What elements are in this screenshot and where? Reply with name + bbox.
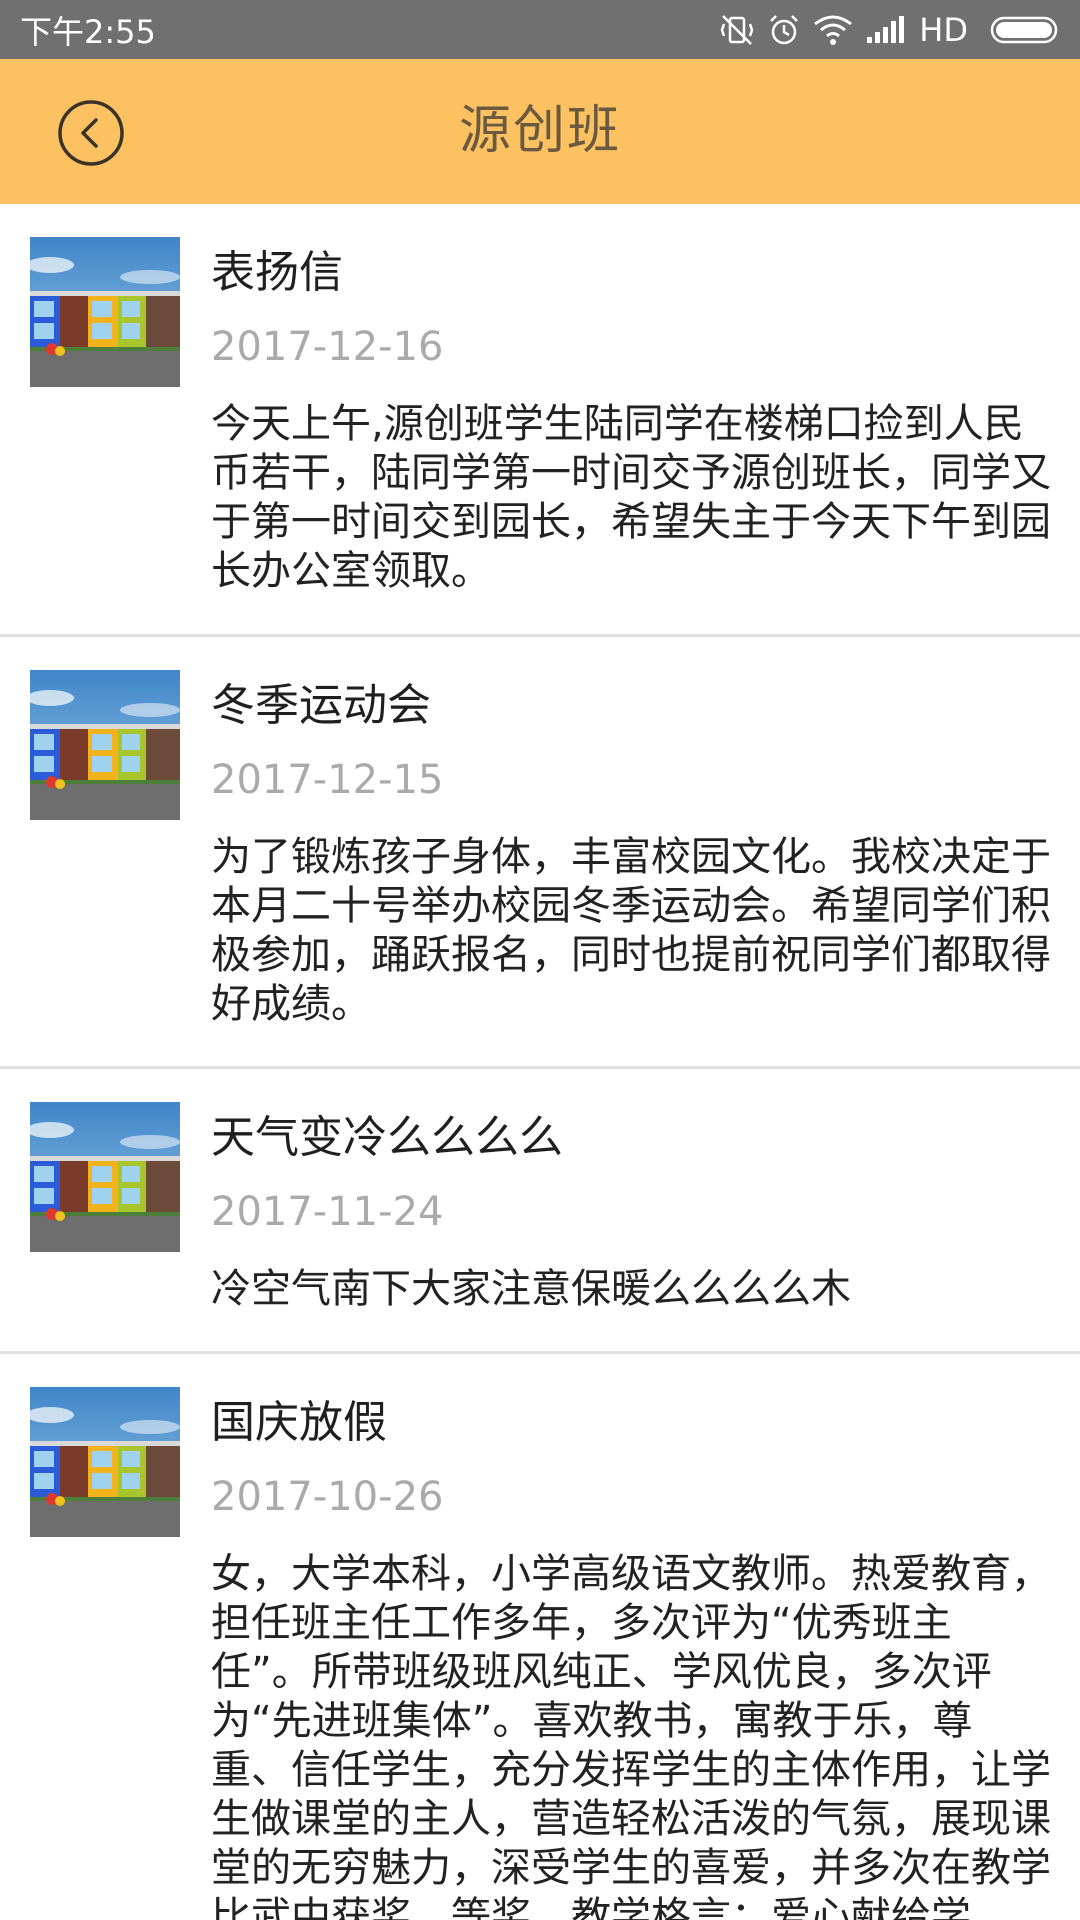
thumbnail-image <box>30 1387 180 1537</box>
list-item[interactable]: 表扬信 2017-12-16 今天上午,源创班学生陆同学在楼梯口捡到人民币若干，… <box>0 204 1080 637</box>
thumbnail-image <box>30 1102 180 1252</box>
item-date: 2017-12-16 <box>211 324 444 370</box>
item-title: 冬季运动会 <box>211 680 431 731</box>
list-item[interactable]: 冬季运动会 2017-12-15 为了锻炼孩子身体，丰富校园文化。我校决定于本月… <box>0 637 1080 1069</box>
page-title: 源创班 <box>458 101 621 161</box>
back-button[interactable] <box>57 99 125 167</box>
item-description: 冷空气南下大家注意保暖么么么么木 <box>211 1266 851 1312</box>
item-title: 天气变冷么么么么 <box>211 1112 563 1163</box>
item-date: 2017-12-15 <box>211 757 444 803</box>
battery-icon <box>990 16 1058 43</box>
item-date: 2017-11-24 <box>211 1189 444 1235</box>
item-description: 今天上午,源创班学生陆同学在楼梯口捡到人民币若干，陆同学第一时间交予源创班长，同… <box>211 401 1051 594</box>
signal-icon <box>867 15 905 43</box>
item-description: 女，大学本科，小学高级语文教师。热爱教育，担任班主任工作多年，多次评为“优秀班主… <box>211 1551 1051 1920</box>
list-item[interactable]: 天气变冷么么么么 2017-11-24 冷空气南下大家注意保暖么么么么木 <box>0 1069 1080 1354</box>
item-title: 表扬信 <box>211 247 343 298</box>
item-description: 为了锻炼孩子身体，丰富校园文化。我校决定于本月二十号举办校园冬季运动会。希望同学… <box>211 834 1051 1027</box>
item-date: 2017-10-26 <box>211 1474 444 1520</box>
thumbnail-image <box>30 670 180 820</box>
app-bar: 源创班 <box>0 59 1080 204</box>
status-bar: 下午2:55 HD <box>0 0 1080 59</box>
alarm-icon <box>770 14 799 44</box>
status-icons: HD <box>719 11 1062 49</box>
notice-list[interactable]: 表扬信 2017-12-16 今天上午,源创班学生陆同学在楼梯口捡到人民币若干，… <box>0 204 1080 1920</box>
vibrate-icon <box>720 14 754 45</box>
network-type: HD <box>919 10 968 49</box>
status-time: 下午2:55 <box>20 12 156 51</box>
item-title: 国庆放假 <box>211 1397 387 1448</box>
chevron-left-circle-icon <box>81 118 98 148</box>
wifi-icon <box>814 15 853 45</box>
list-item[interactable]: 国庆放假 2017-10-26 女，大学本科，小学高级语文教师。热爱教育，担任班… <box>0 1354 1080 1920</box>
thumbnail-image <box>30 237 180 387</box>
